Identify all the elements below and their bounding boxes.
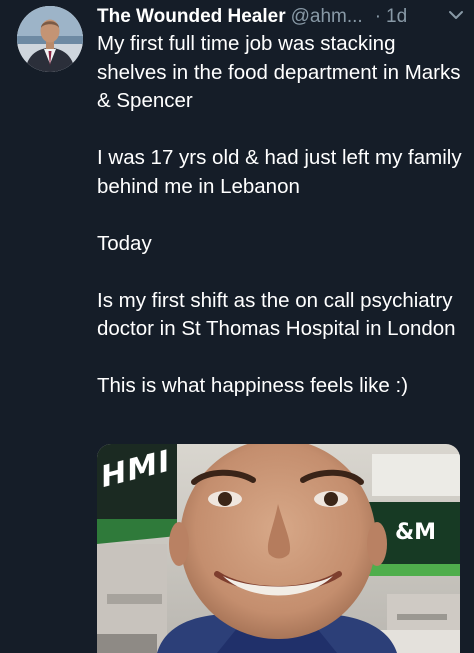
- display-name[interactable]: The Wounded Healer: [97, 6, 286, 28]
- tweet: The Wounded Healer @ahm... · 1d My first…: [0, 0, 474, 653]
- store-sign-right: &M: [395, 520, 437, 545]
- tweet-paragraph: My first full time job was stacking shel…: [97, 32, 461, 112]
- chevron-down-icon[interactable]: [446, 6, 466, 24]
- tweet-photo[interactable]: HMI &M: [97, 444, 460, 653]
- tweet-paragraph: Today: [97, 231, 152, 255]
- avatar[interactable]: [17, 6, 83, 72]
- separator-dot: ·: [374, 6, 382, 27]
- user-handle[interactable]: @ahm...: [291, 6, 363, 28]
- timestamp[interactable]: 1d: [386, 6, 407, 28]
- tweet-text: My first full time job was stacking shel…: [97, 30, 462, 401]
- tweet-header: The Wounded Healer @ahm... · 1d: [97, 3, 467, 31]
- tweet-paragraph: This is what happiness feels like :): [97, 374, 409, 397]
- tweet-paragraph: Is my first shift as the on call psychia…: [97, 288, 456, 341]
- tweet-paragraph: I was 17 yrs old & had just left my fami…: [97, 146, 462, 198]
